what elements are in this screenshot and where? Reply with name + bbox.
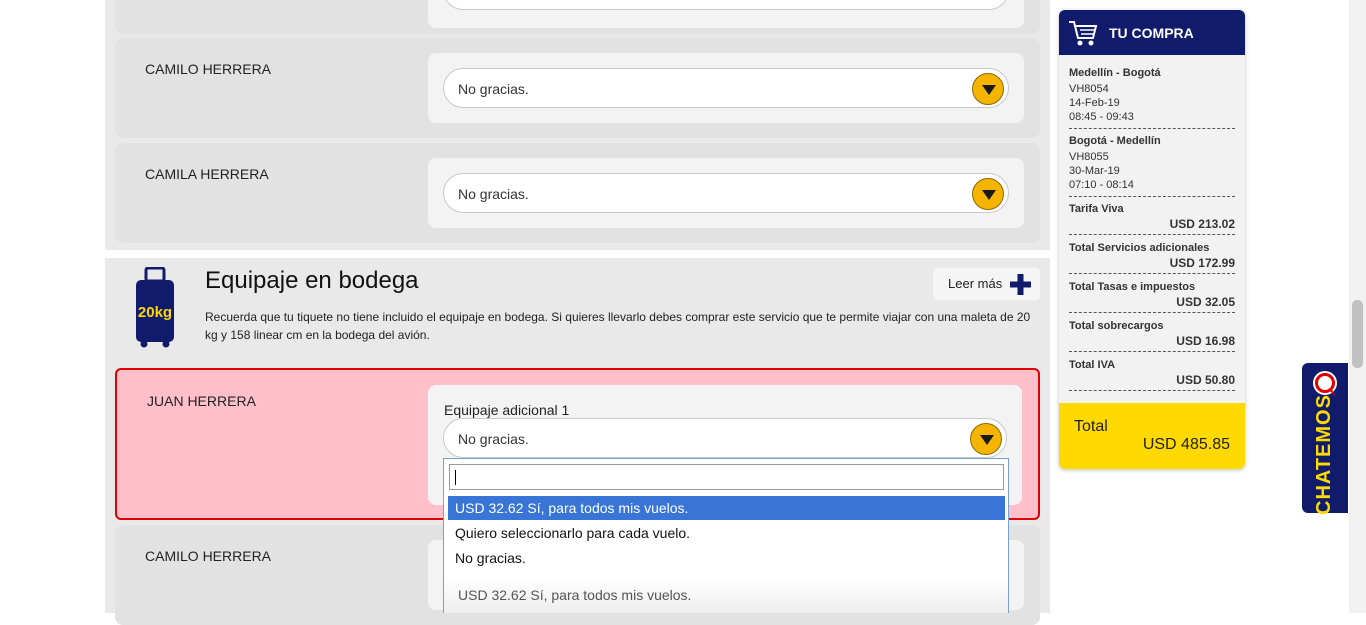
select-value: No gracias. bbox=[458, 431, 529, 447]
total-label: Total bbox=[1074, 418, 1108, 435]
flight-date: 30-Mar-19 bbox=[1069, 165, 1120, 177]
passenger-select[interactable] bbox=[443, 0, 1009, 10]
chat-label: CHATEMOS bbox=[1313, 394, 1335, 515]
passenger-name: CAMILO HERRERA bbox=[145, 548, 272, 564]
flight-segment: Bogotá - Medellín VH8055 30-Mar-19 07:10… bbox=[1069, 129, 1235, 197]
suitcase-icon: 20kg bbox=[136, 267, 174, 348]
price-amount: USD 213.02 bbox=[1169, 217, 1235, 231]
scrollbar-thumb[interactable] bbox=[1352, 300, 1363, 368]
summary-header: TU COMPRA bbox=[1059, 10, 1245, 55]
total-amount: USD 485.85 bbox=[1142, 436, 1230, 453]
read-more-label: Leer más bbox=[948, 276, 1003, 291]
dropdown-arrow-icon[interactable] bbox=[972, 178, 1004, 210]
field-label: Equipaje adicional 1 bbox=[444, 402, 570, 418]
price-line: Total Tasas e impuestos USD 32.05 bbox=[1069, 274, 1235, 313]
flight-code: VH8054 bbox=[1069, 83, 1109, 95]
dropdown-arrow-icon[interactable] bbox=[972, 73, 1004, 105]
price-line: Total Servicios adicionales USD 172.99 bbox=[1069, 235, 1235, 274]
dropdown-option[interactable]: Quiero seleccionarlo para cada vuelo. bbox=[448, 521, 1005, 545]
flight-route: Medellín - Bogotá bbox=[1069, 67, 1161, 79]
dropdown-footer[interactable]: USD 32.62 Sí, para todos mis vuelos. bbox=[444, 577, 1008, 613]
select-value: No gracias. bbox=[458, 81, 529, 97]
section-description: Recuerda que tu tiquete no tiene incluid… bbox=[205, 310, 1031, 342]
price-label: Total Servicios adicionales bbox=[1069, 242, 1210, 254]
plus-icon[interactable] bbox=[1010, 274, 1031, 295]
dropdown-option[interactable]: No gracias. bbox=[448, 546, 1005, 570]
svg-text:20kg: 20kg bbox=[138, 304, 172, 321]
passenger-select[interactable]: No gracias. bbox=[443, 68, 1009, 108]
price-label: Tarifa Viva bbox=[1069, 203, 1124, 215]
price-amount: USD 32.05 bbox=[1176, 295, 1235, 309]
page-scrollbar[interactable] bbox=[1349, 0, 1366, 613]
passenger-name: CAMILO HERRERA bbox=[145, 61, 272, 77]
price-line: Total IVA USD 50.80 bbox=[1069, 352, 1235, 391]
passenger-name: JUAN HERRERA bbox=[147, 393, 256, 409]
dropdown-footer-label: USD 32.62 Sí, para todos mis vuelos. bbox=[458, 587, 692, 603]
flight-segment: Medellín - Bogotá VH8054 14-Feb-19 08:45… bbox=[1069, 67, 1235, 129]
select-value: No gracias. bbox=[458, 186, 529, 202]
passenger-select[interactable]: No gracias. bbox=[443, 173, 1009, 213]
flight-code: VH8055 bbox=[1069, 151, 1109, 163]
dropdown-list: USD 32.62 Sí, para todos mis vuelos. Qui… bbox=[443, 458, 1009, 613]
read-more-button[interactable]: Leer más bbox=[933, 268, 1040, 300]
total-box: Total USD 485.85 bbox=[1059, 403, 1245, 469]
chat-tab[interactable]: CHATEMOS bbox=[1302, 363, 1348, 515]
flight-time: 08:45 - 09:43 bbox=[1069, 111, 1134, 123]
flight-date: 14-Feb-19 bbox=[1069, 97, 1120, 109]
dropdown-arrow-icon[interactable] bbox=[970, 423, 1002, 455]
price-line: Total sobrecargos USD 16.98 bbox=[1069, 313, 1235, 352]
baggage-select[interactable]: No gracias. bbox=[443, 418, 1007, 458]
price-line: Tarifa Viva USD 213.02 bbox=[1069, 197, 1235, 235]
cart-icon bbox=[1069, 21, 1098, 46]
text-caret bbox=[455, 470, 456, 485]
summary-title: TU COMPRA bbox=[1109, 25, 1194, 41]
price-label: Total IVA bbox=[1069, 359, 1116, 371]
passenger-box: CAMILO HERRERA No gracias. bbox=[115, 38, 1040, 138]
passenger-box bbox=[115, 0, 1040, 34]
purchase-summary: TU COMPRA Medellín - Bogotá VH8054 14-Fe… bbox=[1059, 10, 1245, 469]
price-label: Total sobrecargos bbox=[1069, 320, 1164, 332]
price-amount: USD 16.98 bbox=[1176, 334, 1235, 348]
price-amount: USD 172.99 bbox=[1169, 256, 1235, 270]
price-label: Total Tasas e impuestos bbox=[1069, 281, 1196, 293]
dropdown-search-input[interactable] bbox=[449, 464, 1004, 490]
dropdown-option[interactable]: USD 32.62 Sí, para todos mis vuelos. bbox=[448, 496, 1005, 520]
passenger-box: CAMILA HERRERA No gracias. bbox=[115, 143, 1040, 243]
price-amount: USD 50.80 bbox=[1176, 373, 1235, 387]
flight-route: Bogotá - Medellín bbox=[1069, 135, 1161, 147]
passenger-name: CAMILA HERRERA bbox=[145, 166, 269, 182]
flight-time: 07:10 - 08:14 bbox=[1069, 179, 1134, 191]
section-title: Equipaje en bodega bbox=[205, 267, 419, 294]
